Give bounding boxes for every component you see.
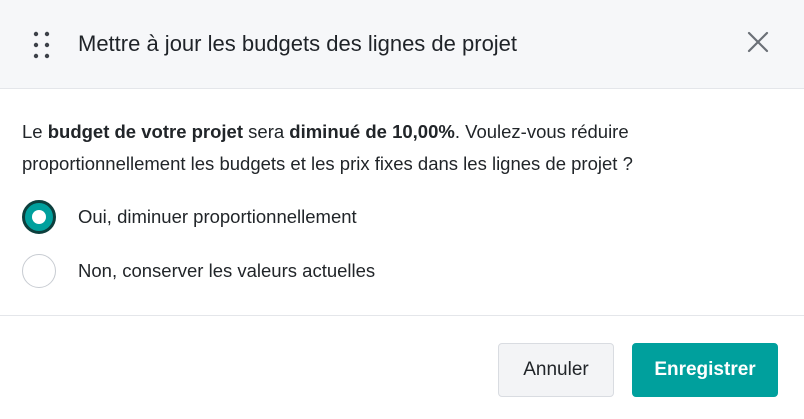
dialog-header: Mettre à jour les budgets des lignes de … xyxy=(0,0,804,89)
drag-handle-icon[interactable] xyxy=(32,30,52,60)
option-decrease-proportionally[interactable]: Oui, diminuer proportionnellement xyxy=(22,198,782,236)
message-bold-decrease: diminué de 10,00% xyxy=(289,121,455,142)
update-budgets-dialog: Mettre à jour les budgets des lignes de … xyxy=(0,0,804,419)
radio-button-selected[interactable] xyxy=(22,200,56,234)
close-icon xyxy=(747,31,769,58)
close-button[interactable] xyxy=(740,26,776,62)
footer-divider xyxy=(0,315,804,316)
message-text: sera xyxy=(243,121,290,142)
message-bold-budget: budget de votre projet xyxy=(47,121,244,142)
radio-button[interactable] xyxy=(22,254,56,288)
dialog-body: Le budget de votre projet sera diminué d… xyxy=(22,116,782,306)
message-text: Le xyxy=(22,121,48,142)
confirmation-message: Le budget de votre projet sera diminué d… xyxy=(22,116,782,180)
option-keep-current-values[interactable]: Non, conserver les valeurs actuelles xyxy=(22,252,782,290)
option-label: Oui, diminuer proportionnellement xyxy=(78,206,357,227)
option-label: Non, conserver les valeurs actuelles xyxy=(78,260,376,281)
dialog-title: Mettre à jour les budgets des lignes de … xyxy=(78,31,518,56)
radio-group: Oui, diminuer proportionnellement Non, c… xyxy=(22,198,782,290)
save-button[interactable]: Enregistrer xyxy=(632,343,778,397)
cancel-button[interactable]: Annuler xyxy=(498,343,614,397)
